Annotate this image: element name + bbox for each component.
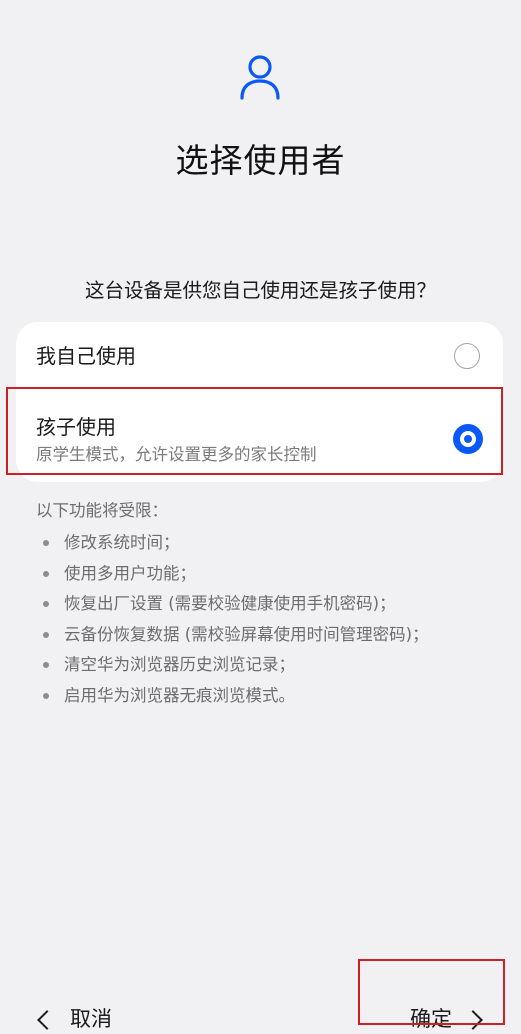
radio-unselected-icon[interactable] [454, 343, 480, 369]
bullet-icon [43, 631, 49, 638]
option-self-label: 我自己使用 [36, 344, 136, 368]
user-icon [240, 55, 280, 100]
option-self[interactable]: 我自己使用 [16, 322, 503, 392]
bullet-icon [43, 570, 49, 577]
highlight-box-child-option [6, 387, 503, 475]
bullet-icon [43, 601, 49, 608]
cancel-button[interactable]: 取消 [36, 1004, 112, 1034]
cancel-label: 取消 [70, 1007, 112, 1031]
bullet-icon [43, 662, 49, 669]
restrictions-list: 修改系统时间； 使用多用户功能； 恢复出厂设置 (需要校验健康使用手机密码)； … [36, 528, 429, 712]
list-item: 清空华为浏览器历史浏览记录； [36, 650, 429, 681]
restrictions-title: 以下功能将受限： [36, 501, 168, 520]
page-title: 选择使用者 [175, 141, 346, 180]
list-item: 使用多用户功能； [36, 559, 429, 590]
list-item: 恢复出厂设置 (需要校验健康使用手机密码)； [36, 589, 429, 620]
bullet-icon [43, 540, 49, 546]
bullet-icon [43, 692, 49, 699]
highlight-box-confirm-button [358, 959, 505, 1025]
list-item: 云备份恢复数据 (需校验屏幕使用时间管理密码)； [36, 620, 429, 651]
question-text: 这台设备是供您自己使用还是孩子使用？ [84, 279, 436, 302]
chevron-left-icon [37, 1010, 57, 1030]
list-item: 修改系统时间； [36, 528, 429, 559]
list-item: 启用华为浏览器无痕浏览模式。 [36, 681, 429, 712]
